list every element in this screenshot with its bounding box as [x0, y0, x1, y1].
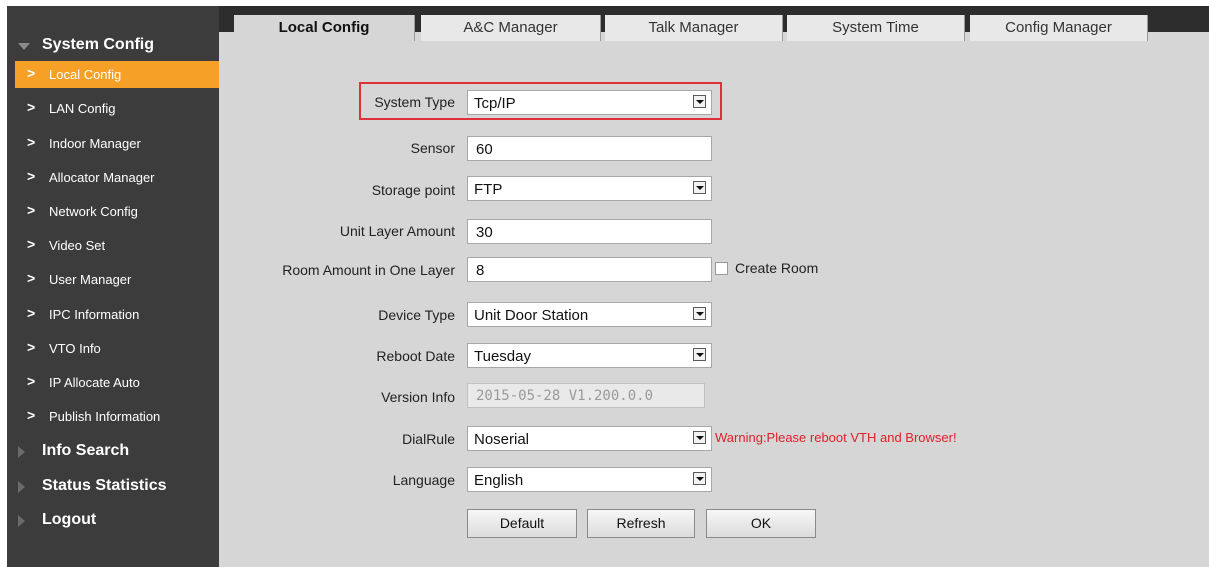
sidebar-section-info-search[interactable]: Info Search [7, 437, 219, 465]
default-button[interactable]: Default [467, 509, 577, 538]
sidebar-section-label: Status Statistics [42, 477, 167, 494]
triangle-right-icon [18, 515, 25, 527]
dial-rule-label: DialRule [402, 431, 455, 447]
tab-ac-manager[interactable]: A&C Manager [421, 15, 601, 41]
reboot-date-label: Reboot Date [376, 348, 455, 364]
reboot-date-select[interactable]: Tuesday [467, 343, 712, 368]
version-info-value: 2015-05-28 V1.200.0.0 [476, 388, 654, 404]
chevron-right-icon: > [27, 65, 36, 81]
sidebar-section-status-statistics[interactable]: Status Statistics [7, 472, 219, 500]
dropdown-arrow-icon[interactable] [693, 95, 706, 108]
sidebar: System Config > Local Config > LAN Confi… [7, 6, 219, 567]
app-window: System Config > Local Config > LAN Confi… [7, 6, 1209, 567]
language-value: English [474, 472, 524, 489]
sidebar-item-network-config[interactable]: > Network Config [15, 198, 219, 225]
system-type-value: Tcp/IP [474, 95, 516, 112]
sidebar-section-label: Logout [42, 511, 97, 528]
tab-bar: Local Config A&C Manager Talk Manager Sy… [219, 6, 1209, 41]
triangle-down-icon [18, 43, 30, 50]
chevron-right-icon: > [27, 339, 36, 355]
sidebar-item-vto-info[interactable]: > VTO Info [15, 335, 219, 362]
sidebar-item-label: VTO Info [49, 341, 101, 356]
sidebar-item-label: Network Config [49, 204, 138, 219]
sidebar-item-user-manager[interactable]: > User Manager [15, 266, 219, 293]
sidebar-item-label: User Manager [49, 272, 132, 287]
sidebar-section-logout[interactable]: Logout [7, 506, 219, 534]
sidebar-section-system-config[interactable]: System Config [7, 31, 219, 59]
chevron-right-icon: > [27, 168, 36, 184]
sidebar-item-indoor-manager[interactable]: > Indoor Manager [15, 130, 219, 157]
unit-layer-amount-input[interactable]: 30 [467, 219, 712, 244]
sidebar-item-video-set[interactable]: > Video Set [15, 232, 219, 259]
storage-point-select[interactable]: FTP [467, 176, 712, 201]
sidebar-item-ipc-information[interactable]: > IPC Information [15, 301, 219, 328]
sidebar-item-label: Allocator Manager [49, 170, 155, 185]
chevron-right-icon: > [27, 407, 36, 423]
dial-rule-select[interactable]: Noserial [467, 426, 712, 451]
version-info-label: Version Info [381, 389, 455, 405]
chevron-right-icon: > [27, 305, 36, 321]
chevron-right-icon: > [27, 270, 36, 286]
language-select[interactable]: English [467, 467, 712, 492]
chevron-right-icon: > [27, 373, 36, 389]
room-amount-value: 8 [476, 262, 485, 279]
version-info-field: 2015-05-28 V1.200.0.0 [467, 383, 705, 408]
chevron-right-icon: > [27, 202, 36, 218]
tab-local-config[interactable]: Local Config [234, 15, 415, 41]
language-label: Language [392, 472, 455, 488]
sidebar-item-label: LAN Config [49, 101, 116, 116]
sidebar-item-label: Video Set [49, 238, 106, 253]
sensor-input[interactable]: 60 [467, 136, 712, 161]
sidebar-item-label: IPC Information [49, 307, 140, 322]
refresh-button[interactable]: Refresh [587, 509, 695, 538]
sidebar-item-allocator-manager[interactable]: > Allocator Manager [15, 164, 219, 191]
sidebar-item-label: Publish Information [49, 409, 161, 424]
device-type-value: Unit Door Station [474, 307, 589, 324]
sidebar-section-label: System Config [42, 36, 155, 53]
sensor-value: 60 [476, 141, 493, 158]
system-type-select[interactable]: Tcp/IP [467, 90, 712, 115]
tab-system-time[interactable]: System Time [787, 15, 965, 41]
dropdown-arrow-icon[interactable] [693, 348, 706, 361]
dropdown-arrow-icon[interactable] [693, 472, 706, 485]
warning-message: Warning:Please reboot VTH and Browser! [715, 430, 957, 445]
chevron-right-icon: > [27, 134, 36, 150]
storage-point-label: Storage point [371, 182, 455, 198]
device-type-label: Device Type [378, 307, 455, 323]
create-room-label: Create Room [735, 260, 819, 276]
unit-layer-amount-value: 30 [476, 224, 493, 241]
tab-config-manager[interactable]: Config Manager [970, 15, 1148, 41]
device-type-select[interactable]: Unit Door Station [467, 302, 712, 327]
ok-button[interactable]: OK [706, 509, 816, 538]
storage-point-value: FTP [474, 181, 503, 198]
sidebar-item-ip-allocate-auto[interactable]: > IP Allocate Auto [15, 369, 219, 396]
triangle-right-icon [18, 446, 25, 458]
room-amount-label: Room Amount in One Layer [282, 262, 455, 278]
chevron-right-icon: > [27, 99, 36, 115]
sidebar-item-publish-information[interactable]: > Publish Information [15, 403, 219, 430]
dropdown-arrow-icon[interactable] [693, 307, 706, 320]
dropdown-arrow-icon[interactable] [693, 431, 706, 444]
system-type-label: System Type [374, 94, 455, 110]
sidebar-item-label: Indoor Manager [49, 136, 141, 151]
sidebar-item-label: Local Config [49, 67, 122, 82]
sensor-label: Sensor [410, 140, 455, 156]
create-room-checkbox[interactable] [715, 262, 728, 275]
triangle-right-icon [18, 481, 25, 493]
sidebar-section-label: Info Search [42, 442, 130, 459]
sidebar-item-lan-config[interactable]: > LAN Config [15, 95, 219, 122]
chevron-right-icon: > [27, 236, 36, 252]
dropdown-arrow-icon[interactable] [693, 181, 706, 194]
dial-rule-value: Noserial [474, 431, 530, 448]
reboot-date-value: Tuesday [474, 348, 531, 365]
sidebar-item-local-config[interactable]: > Local Config [15, 61, 219, 88]
tab-talk-manager[interactable]: Talk Manager [605, 15, 783, 41]
room-amount-input[interactable]: 8 [467, 257, 712, 282]
unit-layer-amount-label: Unit Layer Amount [339, 223, 455, 239]
sidebar-item-label: IP Allocate Auto [49, 375, 140, 390]
